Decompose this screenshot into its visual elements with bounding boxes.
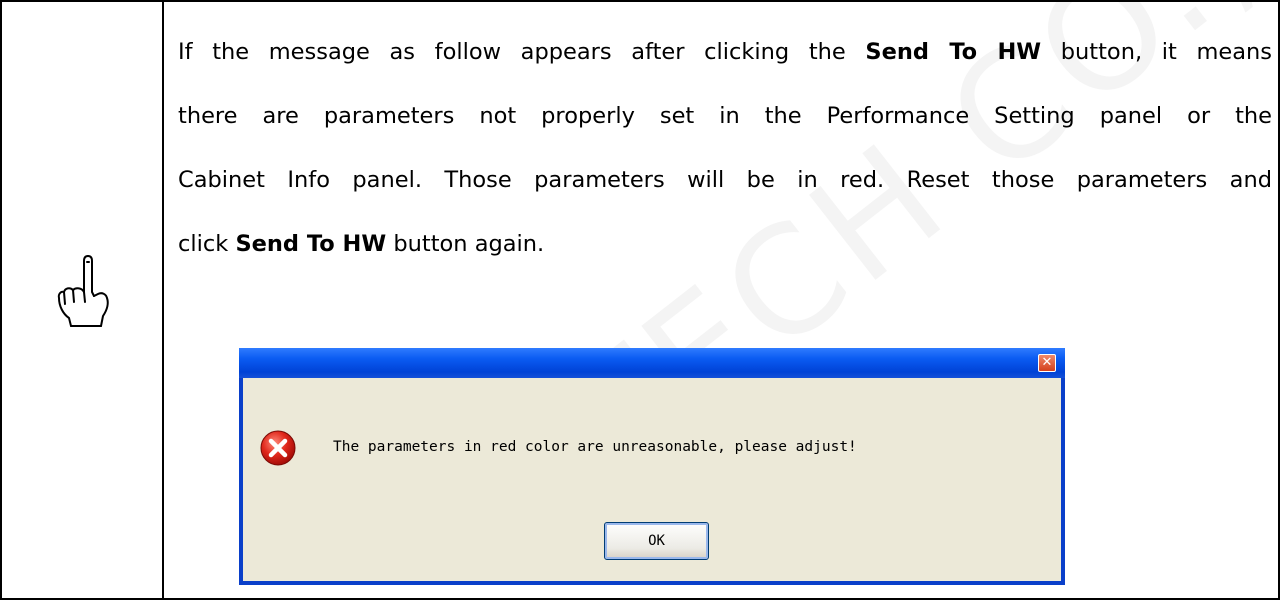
dialog-titlebar: ✕ — [239, 348, 1065, 378]
close-icon[interactable]: ✕ — [1038, 354, 1056, 372]
error-dialog: ✕ The parameters in red color are unreas… — [239, 348, 1065, 585]
note-line: there are parameters not properly set in… — [178, 103, 1272, 129]
note-paragraph: If the message as follow appears after c… — [178, 2, 1272, 276]
dialog-body: The parameters in red color are unreason… — [243, 378, 1061, 581]
icon-cell — [2, 2, 164, 598]
error-icon — [260, 430, 296, 466]
note-line: Cabinet Info panel. Those parameters wil… — [178, 167, 1272, 193]
ok-button[interactable]: OK — [604, 522, 709, 560]
note-text-cell: If the message as follow appears after c… — [178, 2, 1272, 276]
send-to-hw-ref: Send To HW — [865, 39, 1042, 65]
pointing-hand-icon — [57, 255, 109, 327]
dialog-message: The parameters in red color are unreason… — [333, 439, 857, 455]
note-line: click Send To HW button again. — [178, 231, 545, 257]
note-line: If the message as follow appears after c… — [178, 39, 1272, 65]
send-to-hw-ref: Send To HW — [235, 231, 387, 257]
